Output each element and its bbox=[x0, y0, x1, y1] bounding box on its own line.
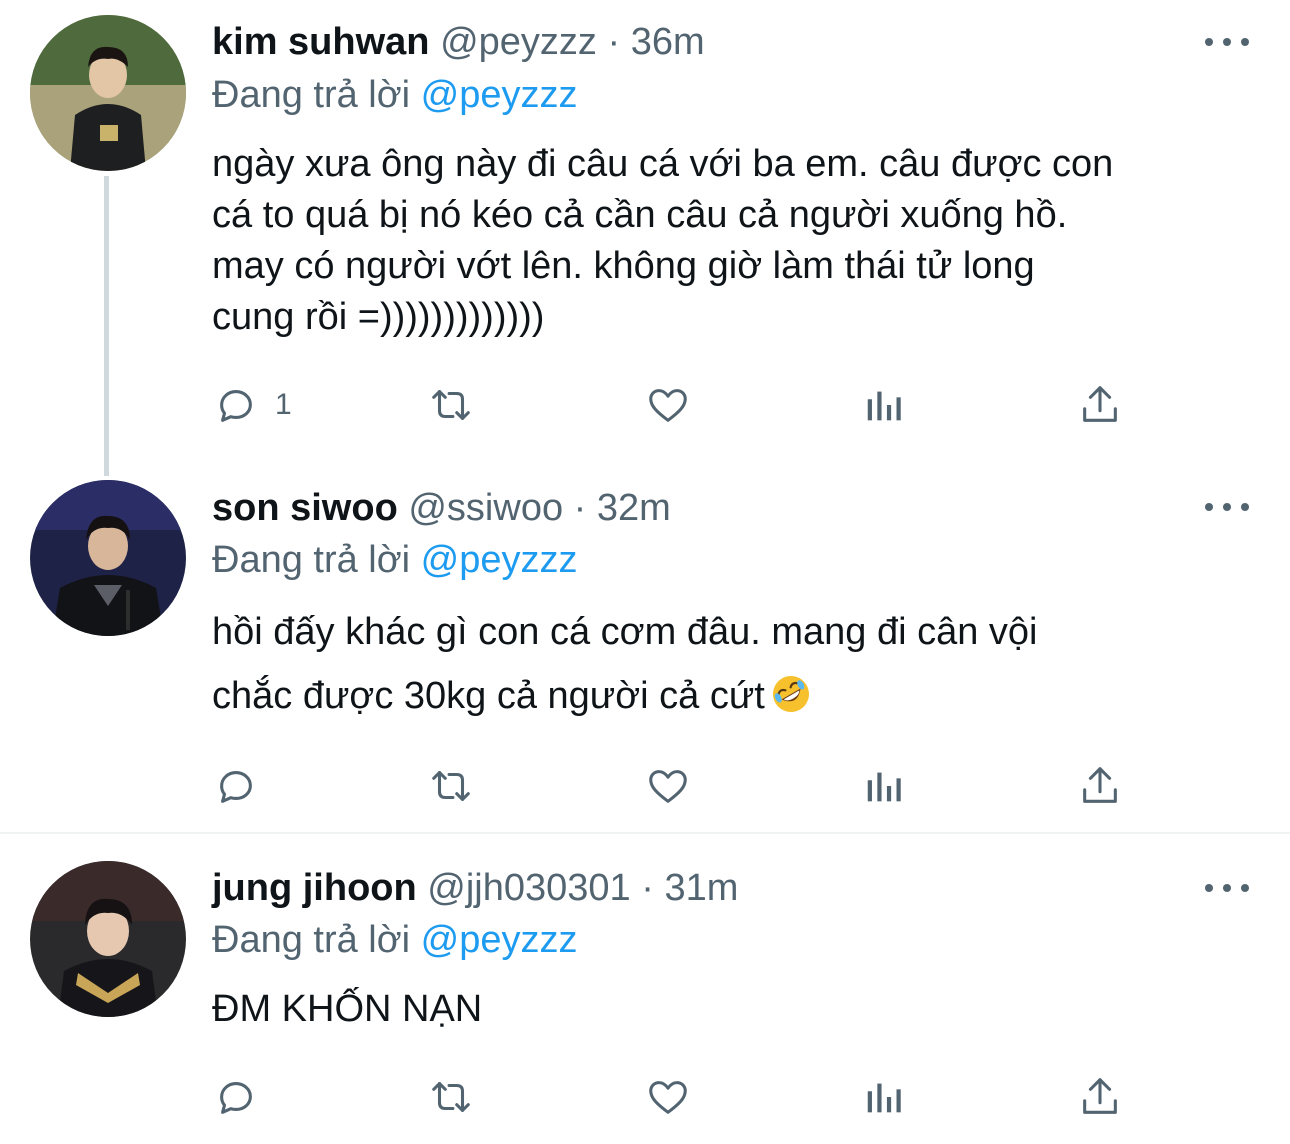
mention-link[interactable]: @peyzzz bbox=[421, 74, 578, 116]
replying-to: Đang trả lời @peyzzz bbox=[212, 73, 578, 117]
share-icon bbox=[1083, 767, 1117, 803]
display-name[interactable]: son siwoo bbox=[212, 487, 398, 529]
reply-count: 1 bbox=[275, 388, 292, 421]
replying-to: Đang trả lời @peyzzz bbox=[212, 918, 578, 962]
retweet-button[interactable] bbox=[428, 380, 474, 430]
tweet-header: son siwoo @ssiwoo · 32m bbox=[212, 486, 1230, 530]
like-button[interactable] bbox=[645, 1072, 691, 1122]
share-button[interactable] bbox=[1077, 761, 1123, 811]
share-button[interactable] bbox=[1077, 380, 1123, 430]
analytics-icon bbox=[867, 1083, 901, 1113]
replying-label: Đang trả lời bbox=[212, 539, 411, 581]
retweet-icon bbox=[432, 771, 470, 801]
analytics-icon bbox=[867, 772, 901, 802]
avatar-image bbox=[30, 15, 186, 171]
analytics-icon bbox=[867, 391, 901, 421]
share-icon bbox=[1083, 386, 1117, 422]
like-button[interactable] bbox=[645, 380, 691, 430]
more-icon[interactable] bbox=[1205, 32, 1249, 52]
tweet-header: jung jihoon @jjh030301 · 31m bbox=[212, 866, 1230, 910]
reply-icon bbox=[220, 390, 252, 422]
tweet-text: hồi đấy khác gì con cá cơm đâu. mang đi … bbox=[212, 600, 1252, 728]
avatar[interactable] bbox=[30, 15, 186, 171]
tweet-text: ngày xưa ông này đi câu cá với ba em. câ… bbox=[212, 139, 1252, 343]
tweet-header: kim suhwan @peyzzz · 36m bbox=[212, 20, 1230, 64]
share-icon bbox=[1083, 1078, 1117, 1114]
retweet-icon bbox=[432, 1082, 470, 1112]
action-bar: 1 bbox=[0, 380, 1290, 430]
like-button[interactable] bbox=[645, 761, 691, 811]
thread-line bbox=[104, 176, 109, 476]
reply-icon bbox=[220, 771, 252, 803]
handle[interactable]: @jjh030301 bbox=[427, 867, 630, 909]
reply-button[interactable] bbox=[213, 1072, 275, 1122]
tweet-text-line: chắc được 30kg cả người cả cứt bbox=[212, 675, 765, 717]
avatar[interactable] bbox=[30, 480, 186, 636]
tweet-text-line: cá to quá bị nó kéo cả cần câu cả người … bbox=[212, 194, 1068, 236]
timestamp[interactable]: 31m bbox=[664, 867, 738, 909]
more-icon[interactable] bbox=[1205, 497, 1249, 517]
timestamp[interactable]: 32m bbox=[597, 487, 671, 529]
like-icon bbox=[649, 770, 687, 803]
more-icon[interactable] bbox=[1205, 878, 1249, 898]
like-icon bbox=[649, 1081, 687, 1114]
timestamp[interactable]: 36m bbox=[631, 21, 705, 63]
tweet-text-line: may có người vớt lên. không giờ làm thái… bbox=[212, 245, 1035, 287]
avatar-image bbox=[30, 861, 186, 1017]
handle[interactable]: @peyzzz bbox=[440, 21, 597, 63]
analytics-button[interactable] bbox=[862, 380, 908, 430]
separator: · bbox=[573, 487, 587, 529]
display-name[interactable]: jung jihoon bbox=[212, 867, 417, 909]
like-icon bbox=[649, 389, 687, 422]
display-name[interactable]: kim suhwan bbox=[212, 21, 430, 63]
handle[interactable]: @ssiwoo bbox=[408, 487, 563, 529]
tweet-3[interactable]: jung jihoon @jjh030301 · 31m Đang trả lờ… bbox=[0, 834, 1290, 1144]
reply-button[interactable]: 1 bbox=[213, 380, 292, 430]
avatar-image bbox=[30, 480, 186, 636]
mention-link[interactable]: @peyzzz bbox=[421, 919, 578, 961]
replying-to: Đang trả lời @peyzzz bbox=[212, 538, 578, 582]
rolling-on-floor-laughing-emoji-icon bbox=[772, 676, 809, 712]
action-bar bbox=[0, 761, 1290, 811]
tweet-text: ĐM KHỐN NẠN bbox=[212, 984, 1252, 1034]
retweet-button[interactable] bbox=[428, 1072, 474, 1122]
analytics-button[interactable] bbox=[862, 761, 908, 811]
mention-link[interactable]: @peyzzz bbox=[421, 539, 578, 581]
tweet-text-line-with-emoji: chắc được 30kg cả người cả cứt bbox=[212, 664, 1252, 728]
separator: · bbox=[641, 867, 654, 909]
analytics-button[interactable] bbox=[862, 1072, 908, 1122]
replying-label: Đang trả lời bbox=[212, 919, 411, 961]
replying-label: Đang trả lời bbox=[212, 74, 411, 116]
avatar[interactable] bbox=[30, 861, 186, 1017]
tweet-2[interactable]: son siwoo @ssiwoo · 32m Đang trả lời @pe… bbox=[0, 470, 1290, 832]
tweet-text-line: ĐM KHỐN NẠN bbox=[212, 988, 483, 1030]
retweet-button[interactable] bbox=[428, 761, 474, 811]
separator: · bbox=[607, 21, 621, 63]
action-bar bbox=[0, 1072, 1290, 1122]
share-button[interactable] bbox=[1077, 1072, 1123, 1122]
tweet-text-line: cung rồi =))))))))))))) bbox=[212, 296, 545, 338]
tweet-text-line: ngày xưa ông này đi câu cá với ba em. câ… bbox=[212, 143, 1114, 185]
retweet-icon bbox=[432, 390, 470, 420]
reply-button[interactable] bbox=[213, 761, 275, 811]
tweet-1[interactable]: kim suhwan @peyzzz · 36m Đang trả lời @p… bbox=[0, 0, 1290, 476]
tweet-text-line: hồi đấy khác gì con cá cơm đâu. mang đi … bbox=[212, 611, 1038, 653]
reply-icon bbox=[220, 1082, 252, 1114]
